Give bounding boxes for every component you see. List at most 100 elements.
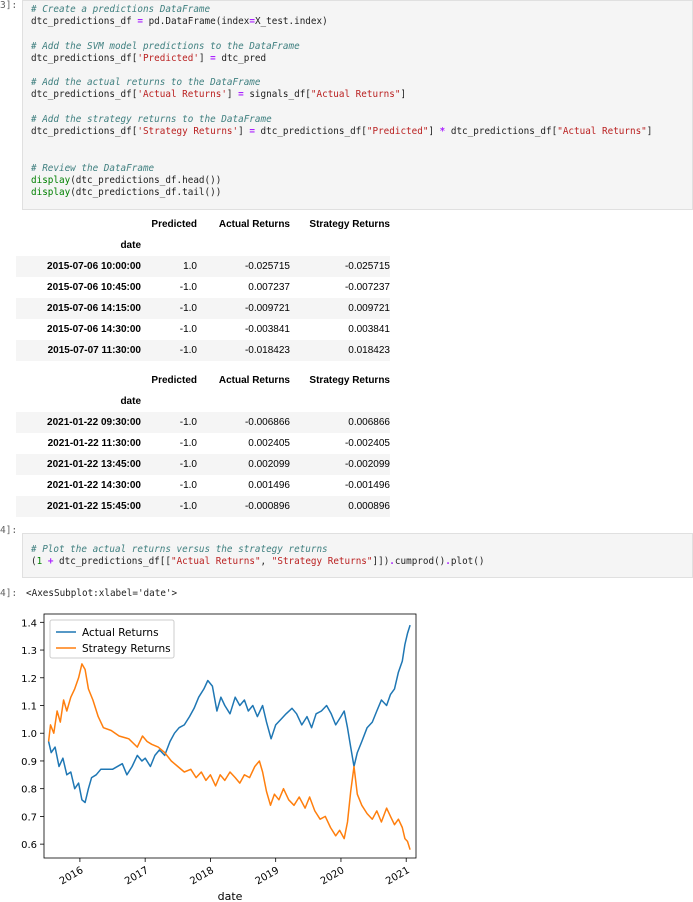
dataframe-head-table: Predicted Actual Returns Strategy Return… xyxy=(16,214,390,361)
code-cell-1-source[interactable]: # Create a predictions DataFrame dtc_pre… xyxy=(23,1,692,202)
table-row: 2015-07-06 14:30:00 -1.0 -0.003841 0.003841 xyxy=(16,319,390,340)
row-index-date: 2021-01-22 09:30:00 xyxy=(47,417,141,428)
cell-strategy-returns: 0.009721 xyxy=(348,303,390,314)
code-token: dtc_pred xyxy=(215,52,267,64)
code-token: (dtc_predictions_df.head()) xyxy=(70,174,222,186)
x-tick-label: 2019 xyxy=(254,865,282,887)
row-index-date: 2021-01-22 15:45:00 xyxy=(47,501,141,512)
code-token: "Actual Returns" xyxy=(170,556,261,568)
code-token: ]]) xyxy=(372,556,390,568)
code-token: "Actual Returns" xyxy=(557,126,647,138)
y-tick-label: 1.2 xyxy=(21,674,37,685)
code-token: # Add the SVM model predictions to the D… xyxy=(31,40,300,52)
code-token: dtc_predictions_df[ xyxy=(31,52,138,64)
code-token: , xyxy=(260,556,272,568)
table-row: 2015-07-07 11:30:00 -1.0 -0.018423 0.018423 xyxy=(16,340,390,361)
cell-predicted: -1.0 xyxy=(179,459,197,470)
cell-strategy-returns: -0.001496 xyxy=(344,480,390,491)
code-token: ] xyxy=(198,52,211,64)
cell-predicted: -1.0 xyxy=(179,417,197,428)
cell-predicted: -1.0 xyxy=(179,438,197,449)
x-tick-label: 2018 xyxy=(188,865,216,887)
code-token: ] xyxy=(400,89,407,101)
index-name-header: date xyxy=(120,240,141,251)
cell-strategy-returns: 0.006866 xyxy=(348,417,390,428)
cell-actual-returns: 0.002099 xyxy=(248,459,290,470)
code-token: display xyxy=(31,174,71,186)
cell-strategy-returns: -0.007237 xyxy=(344,282,390,293)
column-header-actual-returns: Actual Returns xyxy=(218,219,290,230)
cell-strategy-returns: -0.002099 xyxy=(344,459,390,470)
row-index-date: 2021-01-22 11:30:00 xyxy=(47,438,141,449)
cell-predicted: -1.0 xyxy=(179,324,197,335)
code-token: dtc_predictions_df[ xyxy=(31,126,138,138)
table-row: 2021-01-22 15:45:00 -1.0 -0.000896 0.000896 xyxy=(16,496,390,517)
table-row: 2015-07-06 14:15:00 -1.0 -0.009721 0.009721 xyxy=(16,298,390,319)
code-token: "Strategy Returns" xyxy=(271,556,373,568)
column-header-strategy-returns: Strategy Returns xyxy=(309,219,390,230)
cell-predicted: -1.0 xyxy=(179,345,197,356)
code-token: 'Predicted' xyxy=(137,52,199,64)
row-index-date: 2021-01-22 13:45:00 xyxy=(47,459,141,470)
y-tick-label: 1.4 xyxy=(21,618,37,629)
code-token: # Review the DataFrame xyxy=(31,162,155,174)
code-token: dtc_predictions_df[ xyxy=(31,89,138,101)
table-row: 2021-01-22 11:30:00 -1.0 0.002405 -0.002405 xyxy=(16,433,390,454)
code-token: (dtc_predictions_df.tail()) xyxy=(70,187,222,199)
x-tick-label: 2016 xyxy=(58,865,86,887)
y-tick-label: 0.8 xyxy=(21,785,37,796)
column-header-actual-returns: Actual Returns xyxy=(218,375,290,386)
row-index-date: 2015-07-06 10:45:00 xyxy=(47,282,141,293)
code-token: pd.DataFrame(index xyxy=(142,16,250,28)
code-cell-2[interactable]: # Plot the actual returns versus the str… xyxy=(22,533,693,578)
legend-label: Strategy Returns xyxy=(82,643,171,655)
cell-strategy-returns: -0.025715 xyxy=(344,261,390,272)
code-token: signals_df[ xyxy=(243,89,311,101)
y-tick-label: 1.1 xyxy=(21,702,37,713)
table-row: 2021-01-22 14:30:00 -1.0 0.001496 -0.001496 xyxy=(16,475,390,496)
cell-predicted: -1.0 xyxy=(179,282,197,293)
code-token: cumprod() xyxy=(394,556,446,568)
x-tick-label: 2017 xyxy=(123,865,151,887)
row-index-date: 2015-07-06 14:30:00 xyxy=(47,324,141,335)
code-token: ] xyxy=(646,126,653,138)
code-cell-1[interactable]: # Create a predictions DataFrame dtc_pre… xyxy=(22,0,693,210)
row-index-date: 2015-07-06 14:15:00 xyxy=(47,303,141,314)
cell-predicted: 1.0 xyxy=(183,261,197,272)
cell-strategy-returns: -0.002405 xyxy=(344,438,390,449)
code-cell-2-source[interactable]: # Plot the actual returns versus the str… xyxy=(23,534,692,578)
dataframe-tail-body: 2021-01-22 09:30:00 -1.0 -0.006866 0.006866… xyxy=(16,412,390,517)
legend-label: Actual Returns xyxy=(82,627,159,639)
code-token: dtc_predictions_df[[ xyxy=(53,556,171,568)
cell-actual-returns: -0.025715 xyxy=(244,261,290,272)
cell-2-prompt: 4]: xyxy=(0,525,18,536)
cell-1-prompt: 3]: xyxy=(0,0,18,11)
table-row: 2015-07-06 10:45:00 -1.0 0.007237 -0.007237 xyxy=(16,277,390,298)
code-token: X_test.index) xyxy=(254,16,328,28)
x-axis: 2016 2017 2018 2019 2020 2021 xyxy=(58,858,412,887)
cell-predicted: -1.0 xyxy=(179,303,197,314)
x-tick-label: 2020 xyxy=(319,865,347,887)
code-token: dtc_predictions_df[ xyxy=(254,126,367,138)
y-tick-label: 1.0 xyxy=(21,729,37,740)
cell-strategy-returns: 0.000896 xyxy=(348,501,390,512)
code-token: # Add the actual returns to the DataFram… xyxy=(31,77,261,89)
code-token: 'Strategy Returns' xyxy=(137,126,239,138)
code-token: # Create a predictions DataFrame xyxy=(31,4,211,15)
cell-actual-returns: -0.009721 xyxy=(244,303,290,314)
cell-actual-returns: -0.000896 xyxy=(244,501,290,512)
x-axis-label: date xyxy=(218,890,243,902)
legend: Actual Returns Strategy Returns xyxy=(49,619,175,659)
code-token: # Add the strategy returns to the DataFr… xyxy=(31,113,272,125)
y-tick-label: 0.7 xyxy=(21,812,37,823)
column-header-predicted: Predicted xyxy=(151,375,197,386)
code-token: ] xyxy=(428,126,440,138)
column-header-strategy-returns: Strategy Returns xyxy=(309,375,390,386)
cell-actual-returns: -0.018423 xyxy=(244,345,290,356)
returns-line-chart: 0.6 0.7 0.8 0.9 1.0 1.1 1.2 1.3 1.4 2016 2017 2018… xyxy=(21,613,417,902)
code-token: plot() xyxy=(450,556,485,568)
table-row: 2021-01-22 13:45:00 -1.0 0.002099 -0.002099 xyxy=(16,454,390,475)
cell-actual-returns: 0.002405 xyxy=(248,438,290,449)
code-token: # Plot the actual returns versus the str… xyxy=(31,544,328,555)
cell-strategy-returns: 0.003841 xyxy=(348,324,390,335)
